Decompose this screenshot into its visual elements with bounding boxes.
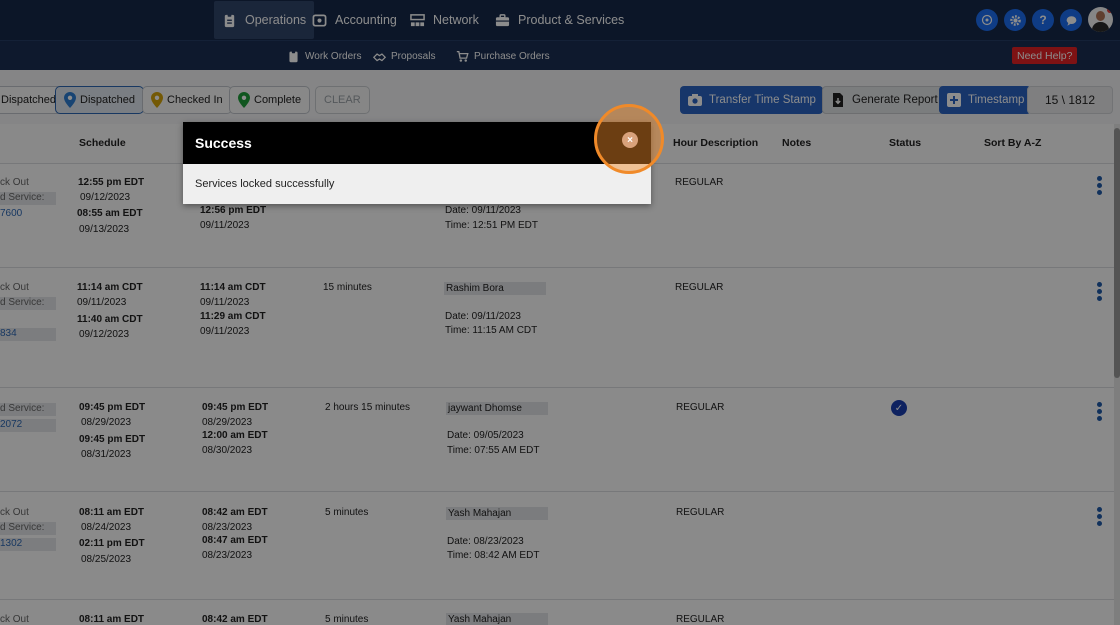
dialog-message: Services locked successfully: [195, 178, 335, 190]
dialog-title: Success: [195, 135, 252, 151]
dialog-body: Services locked successfully: [183, 164, 651, 204]
success-dialog: Success Services locked successfully: [183, 122, 651, 204]
dialog-header: Success: [183, 122, 651, 164]
modal-backdrop[interactable]: [0, 0, 1120, 625]
close-icon[interactable]: ×: [622, 132, 638, 148]
